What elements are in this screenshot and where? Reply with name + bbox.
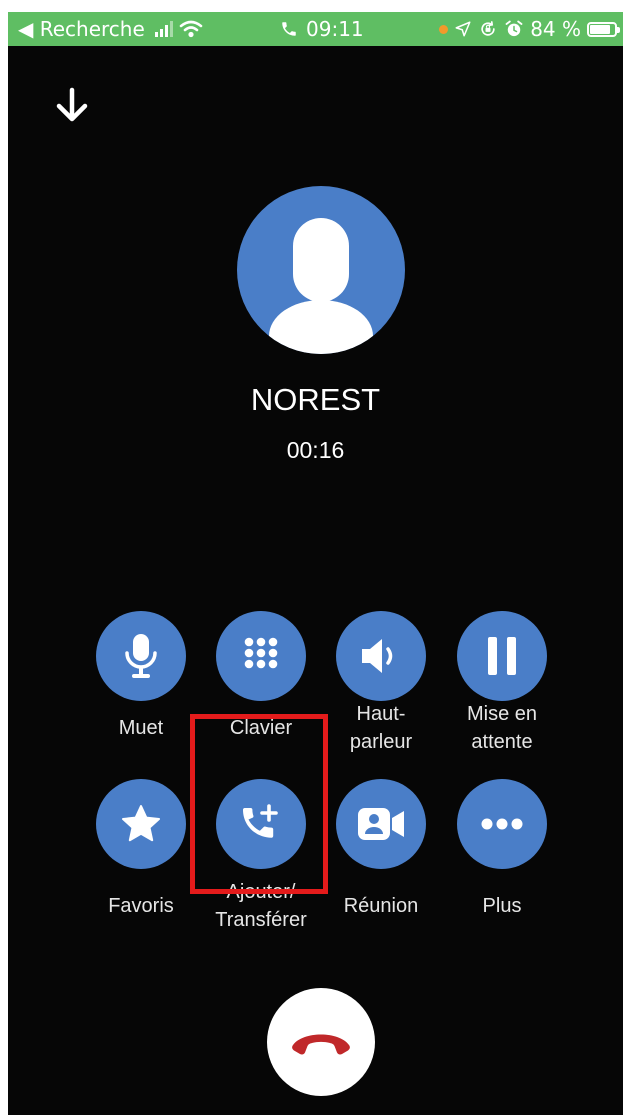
mute-button[interactable] <box>96 611 186 701</box>
hold-button[interactable] <box>457 611 547 701</box>
add-transfer-button[interactable] <box>216 779 306 869</box>
status-bar-center: 09:11 <box>280 16 364 42</box>
favorites-button[interactable] <box>96 779 186 869</box>
hold-label: Mise en attente <box>466 703 538 753</box>
phone-icon <box>282 22 296 36</box>
call-duration: 00:16 <box>286 437 345 463</box>
keypad-button[interactable] <box>216 611 306 701</box>
speaker-icon <box>362 639 393 673</box>
more-label: Plus <box>482 895 522 917</box>
location-dot-icon <box>439 24 449 34</box>
status-bar: ◀ Recherche 09:11 84 % <box>8 12 623 46</box>
battery-icon <box>587 21 620 37</box>
more-button[interactable] <box>457 779 547 869</box>
wifi-icon <box>179 20 203 38</box>
caller-avatar <box>237 186 405 354</box>
caller-name: NOREST <box>250 382 381 417</box>
back-to-search-link[interactable]: ◀ Recherche <box>18 17 145 41</box>
meeting-button[interactable] <box>336 779 426 869</box>
hang-up-button[interactable] <box>267 988 375 1096</box>
hang-up-icon <box>292 1034 350 1055</box>
status-bar-right: 84 % <box>439 16 620 42</box>
minimize-down-arrow-icon[interactable] <box>54 86 90 124</box>
call-screen: ◀ Recherche 09:11 84 % NOREST 00:16 Muet… <box>8 12 623 1115</box>
battery-level-fill <box>590 24 610 34</box>
orientation-lock-icon <box>481 21 495 36</box>
status-time: 09:11 <box>306 17 364 41</box>
signal-bars-icon <box>154 21 173 37</box>
location-icon <box>455 21 471 37</box>
pause-icon <box>488 637 516 675</box>
video-meeting-icon <box>358 808 404 840</box>
add-call-icon <box>243 804 278 838</box>
star-icon <box>122 805 160 842</box>
microphone-icon <box>125 634 157 678</box>
keypad-icon <box>244 637 278 669</box>
alarm-icon <box>505 20 523 37</box>
status-bar-left: ◀ Recherche <box>18 16 203 42</box>
speaker-button[interactable] <box>336 611 426 701</box>
battery-percent: 84 % <box>530 17 581 41</box>
more-dots-icon <box>481 818 523 830</box>
person-icon <box>269 218 373 354</box>
